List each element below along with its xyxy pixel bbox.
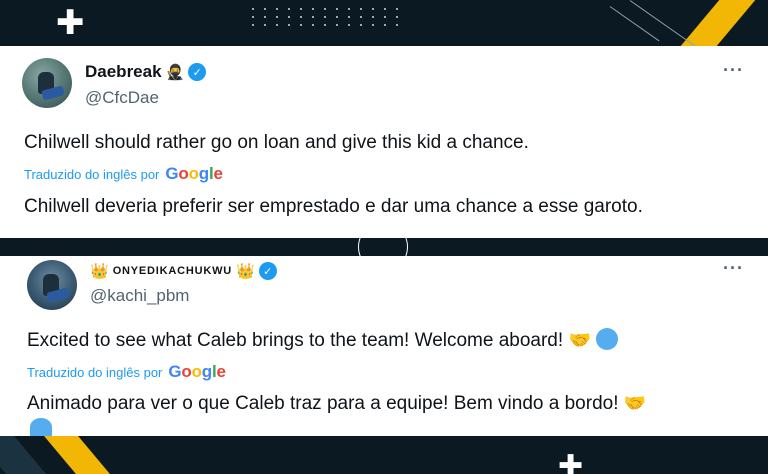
ninja-emoji: 🥷	[165, 62, 185, 81]
translated-label: Traduzido do inglês por	[24, 167, 160, 182]
verified-badge-icon: ✓	[258, 262, 277, 280]
translated-text-content: Animado para ver o que Caleb traz para a…	[27, 393, 619, 414]
display-name[interactable]: Daebreak	[85, 62, 162, 82]
google-logo: Google	[168, 362, 226, 381]
dot-grid-decoration	[252, 8, 402, 26]
tweet-text: Chilwell should rather go on loan and gi…	[24, 132, 529, 153]
avatar[interactable]	[27, 260, 77, 310]
plus-decoration: ✚	[558, 449, 584, 474]
tweet-card[interactable]: Daebreak 🥷 ✓ @CfcDae ··· Chilwell should…	[0, 46, 768, 238]
blue-circle-emoji	[30, 418, 52, 436]
blue-circle-emoji	[596, 328, 619, 350]
crown-emoji: 👑	[236, 262, 255, 280]
translation-attribution: Traduzido do inglês por Google	[27, 362, 226, 382]
user-handle[interactable]: @CfcDae	[85, 88, 159, 108]
avatar[interactable]	[22, 58, 72, 108]
line-decoration	[609, 6, 660, 42]
google-logo: Google	[165, 164, 223, 183]
more-options-icon[interactable]: ···	[723, 258, 744, 279]
more-options-icon[interactable]: ···	[723, 60, 744, 81]
display-name[interactable]: ONYEDIKACHUKWU	[113, 265, 232, 277]
line-decoration	[629, 0, 696, 47]
tweet-text-content: Excited to see what Caleb brings to the …	[27, 330, 564, 351]
tweet-card[interactable]: 👑 ONYEDIKACHUKWU 👑 ✓ @kachi_pbm ··· Exci…	[0, 256, 768, 436]
yellow-stripe-decoration	[680, 0, 756, 46]
crown-emoji: 👑	[90, 262, 109, 280]
translation-attribution: Traduzido do inglês por Google	[24, 164, 223, 184]
author-name-row: Daebreak 🥷 ✓	[85, 62, 207, 82]
author-name-row: 👑 ONYEDIKACHUKWU 👑 ✓	[90, 262, 277, 280]
handshake-emoji: 🤝	[568, 330, 591, 351]
tweet-text: Excited to see what Caleb brings to the …	[27, 328, 619, 352]
translated-label: Traduzido do inglês por	[27, 365, 163, 380]
translated-text: Chilwell deveria preferir ser emprestado…	[24, 196, 643, 217]
yellow-stripe-decoration	[0, 436, 46, 474]
handshake-emoji: 🤝	[623, 393, 647, 414]
yellow-stripe-decoration	[44, 436, 110, 474]
plus-decoration: ✚	[56, 3, 85, 43]
translated-text: Animado para ver o que Caleb traz para a…	[27, 393, 646, 415]
user-handle[interactable]: @kachi_pbm	[90, 286, 189, 306]
verified-badge-icon: ✓	[188, 63, 207, 81]
